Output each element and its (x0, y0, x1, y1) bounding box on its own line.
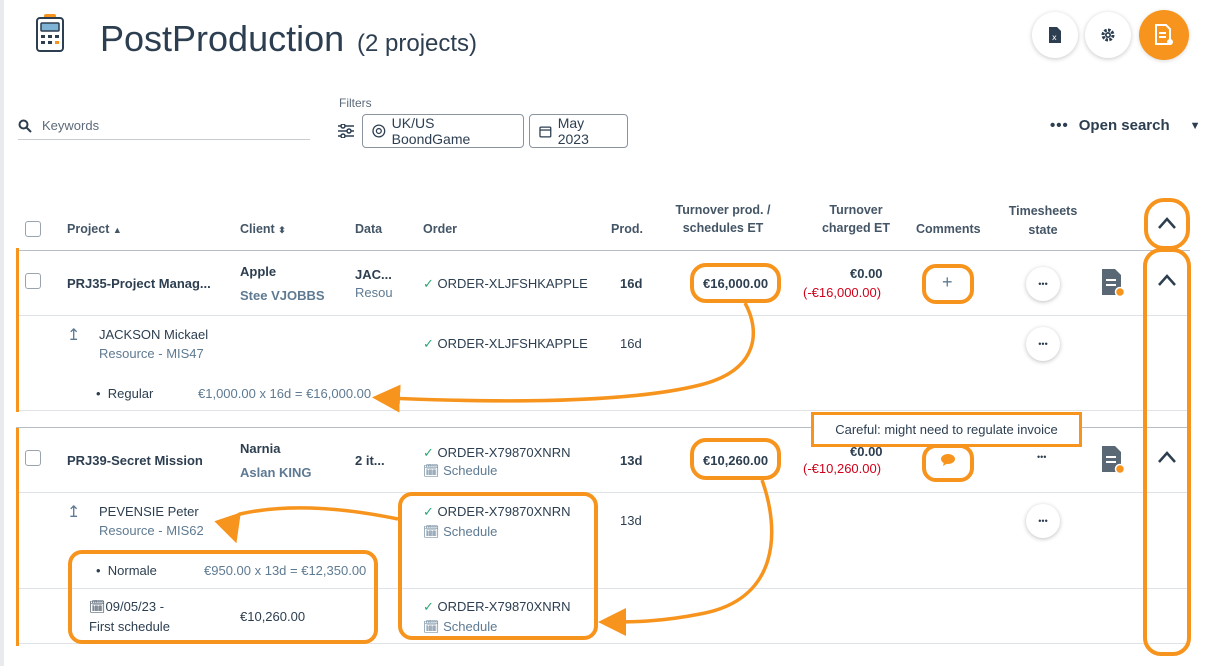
comment-tooltip: Careful: might need to regulate invoice (811, 412, 1082, 447)
annotation-arrows (214, 302, 774, 636)
